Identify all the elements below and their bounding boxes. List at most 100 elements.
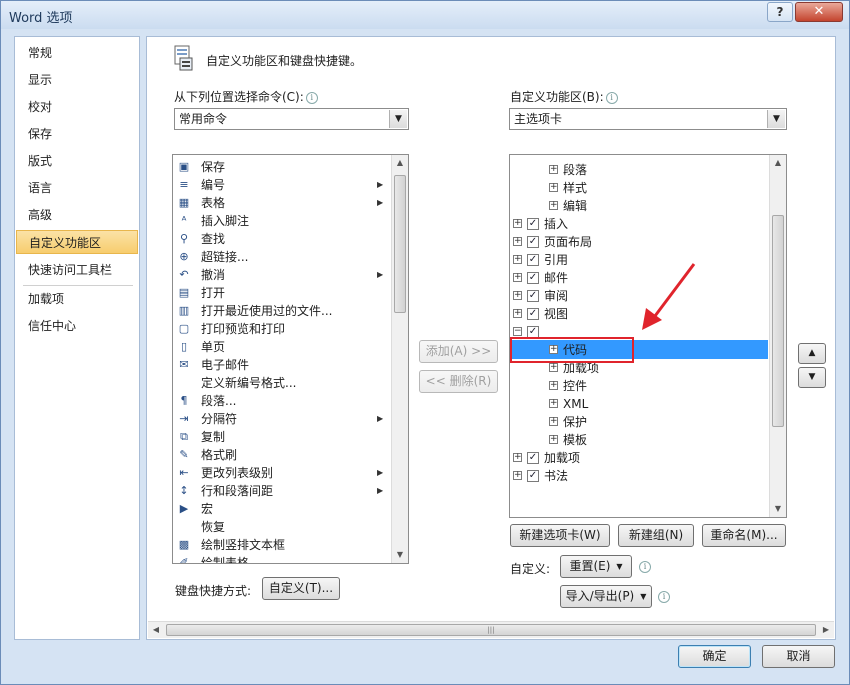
scroll-down-icon[interactable]: ▼ — [770, 501, 786, 517]
customize-keyboard-button[interactable]: 自定义(T)... — [262, 577, 340, 600]
add-button[interactable]: 添加(A) >> — [419, 340, 498, 363]
command-item[interactable]: ▯ 单页 — [175, 338, 389, 356]
nav-general[interactable]: 常规 — [16, 41, 138, 65]
nav-layout[interactable]: 版式 — [16, 149, 138, 173]
command-item[interactable]: ✐ 绘制表格 — [175, 554, 389, 563]
chevron-down-icon[interactable]: ▼ — [389, 110, 407, 128]
command-item[interactable]: ↕ 行和段落间距 ▶ — [175, 482, 389, 500]
command-item[interactable]: ▥ 打开最近使用过的文件... — [175, 302, 389, 320]
command-item[interactable]: 定义新编号格式... — [175, 374, 389, 392]
nav-save[interactable]: 保存 — [16, 122, 138, 146]
tab-checkbox[interactable]: ✓ — [527, 452, 539, 464]
command-item[interactable]: ᴬ 插入脚注 — [175, 212, 389, 230]
tab-checkbox[interactable]: ✓ — [527, 470, 539, 482]
expand-icon[interactable]: + — [513, 471, 522, 480]
nav-addins[interactable]: 加载项 — [16, 287, 138, 311]
help-button[interactable]: ? — [767, 2, 793, 22]
command-item[interactable]: ⚲ 查找 — [175, 230, 389, 248]
ribbon-tree-item[interactable]: + ✓ 引用 — [513, 251, 763, 269]
tab-checkbox[interactable]: ✓ — [527, 218, 539, 230]
command-item[interactable]: ✉ 电子邮件 — [175, 356, 389, 374]
nav-trust-center[interactable]: 信任中心 — [16, 314, 138, 338]
ok-button[interactable]: 确定 — [678, 645, 751, 668]
commands-source-dropdown[interactable]: 常用命令 ▼ — [174, 108, 409, 130]
expand-icon[interactable]: + — [549, 399, 558, 408]
ribbon-tree-scrollbar[interactable]: ▲ ▼ — [769, 155, 786, 517]
ribbon-tree-item[interactable]: + 模板 — [513, 431, 763, 449]
scroll-up-icon[interactable]: ▲ — [392, 155, 408, 171]
command-item[interactable]: ▦ 表格 ▶ — [175, 194, 389, 212]
command-item[interactable]: ⊕ 超链接... — [175, 248, 389, 266]
expand-icon[interactable]: + — [549, 435, 558, 444]
close-button[interactable]: ✕ — [795, 2, 843, 22]
ribbon-tree-item[interactable]: + XML — [513, 395, 763, 413]
ribbon-tree-item[interactable]: + 段落 — [513, 161, 763, 179]
remove-button[interactable]: << 删除(R) — [419, 370, 498, 393]
command-item[interactable]: ¶ 段落... — [175, 392, 389, 410]
new-tab-button[interactable]: 新建选项卡(W) — [510, 524, 610, 547]
ribbon-tree-item[interactable]: + ✓ 页面布局 — [513, 233, 763, 251]
expand-icon[interactable]: + — [513, 453, 522, 462]
command-item[interactable]: ▣ 保存 — [175, 158, 389, 176]
expand-icon[interactable]: + — [549, 165, 558, 174]
scroll-thumb[interactable] — [394, 175, 406, 313]
tab-checkbox[interactable]: ✓ — [527, 308, 539, 320]
move-up-button[interactable]: ▲ — [798, 343, 826, 364]
expand-icon[interactable]: + — [513, 273, 522, 282]
commands-list[interactable]: ▣ 保存 ≡ 编号 ▶ ▦ 表格 ▶ ᴬ 插入脚注 ⚲ 查找 ⊕ 超链接... ↶ 撤消 ▶ ▤ 打开 ▥ 打开最近使用… — [172, 154, 409, 564]
expand-icon[interactable]: + — [549, 363, 558, 372]
tab-checkbox[interactable]: ✓ — [527, 236, 539, 248]
expand-icon[interactable]: + — [513, 309, 522, 318]
nav-display[interactable]: 显示 — [16, 68, 138, 92]
scroll-left-icon[interactable]: ◀ — [148, 622, 164, 638]
reset-dropdown-button[interactable]: 重置(E) ▼ — [560, 555, 632, 578]
command-item[interactable]: ⧉ 复制 — [175, 428, 389, 446]
nav-proofing[interactable]: 校对 — [16, 95, 138, 119]
expand-icon[interactable]: + — [513, 291, 522, 300]
scroll-right-icon[interactable]: ▶ — [818, 622, 834, 638]
commands-scrollbar[interactable]: ▲ ▼ — [391, 155, 408, 563]
horizontal-scroll-thumb[interactable]: ||| — [166, 624, 816, 636]
expand-icon[interactable]: + — [549, 201, 558, 210]
command-item[interactable]: ▩ 绘制竖排文本框 — [175, 536, 389, 554]
ribbon-tree-item[interactable]: + ✓ 书法 — [513, 467, 763, 485]
command-item[interactable]: ⇥ 分隔符 ▶ — [175, 410, 389, 428]
command-item[interactable]: ▶ 宏 — [175, 500, 389, 518]
horizontal-scrollbar[interactable]: ◀ ||| ▶ — [148, 621, 834, 638]
scroll-thumb[interactable] — [772, 215, 784, 427]
cancel-button[interactable]: 取消 — [762, 645, 835, 668]
chevron-down-icon[interactable]: ▼ — [767, 110, 785, 128]
tab-checkbox[interactable]: ✓ — [527, 272, 539, 284]
ribbon-tree-item[interactable]: + 编辑 — [513, 197, 763, 215]
expand-icon[interactable]: + — [549, 183, 558, 192]
ribbon-tabs-dropdown[interactable]: 主选项卡 ▼ — [509, 108, 787, 130]
nav-customize-ribbon[interactable]: 自定义功能区 — [16, 230, 138, 254]
command-item[interactable]: ▢ 打印预览和打印 — [175, 320, 389, 338]
ribbon-tree-item[interactable]: + ✓ 视图 — [513, 305, 763, 323]
ribbon-tree-item[interactable]: + ✓ 邮件 — [513, 269, 763, 287]
scroll-down-icon[interactable]: ▼ — [392, 547, 408, 563]
nav-language[interactable]: 语言 — [16, 176, 138, 200]
command-item[interactable]: ✎ 格式刷 — [175, 446, 389, 464]
command-item[interactable]: ↶ 撤消 ▶ — [175, 266, 389, 284]
ribbon-tree-item[interactable]: + ✓ 插入 — [513, 215, 763, 233]
command-item[interactable]: 恢复 — [175, 518, 389, 536]
expand-icon[interactable]: + — [549, 417, 558, 426]
new-group-button[interactable]: 新建组(N) — [618, 524, 694, 547]
expand-icon[interactable]: + — [513, 237, 522, 246]
collapse-icon[interactable]: − — [513, 327, 522, 336]
nav-advanced[interactable]: 高级 — [16, 203, 138, 227]
import-export-dropdown-button[interactable]: 导入/导出(P) ▼ — [560, 585, 652, 608]
ribbon-tree-item[interactable]: + ✓ 加载项 — [513, 449, 763, 467]
expand-icon[interactable]: + — [549, 381, 558, 390]
tab-checkbox[interactable]: ✓ — [527, 254, 539, 266]
command-item[interactable]: ≡ 编号 ▶ — [175, 176, 389, 194]
scroll-up-icon[interactable]: ▲ — [770, 155, 786, 171]
ribbon-tree-item[interactable]: + ✓ 审阅 — [513, 287, 763, 305]
command-item[interactable]: ⇤ 更改列表级别 ▶ — [175, 464, 389, 482]
ribbon-tree-item[interactable]: + 样式 — [513, 179, 763, 197]
tab-checkbox[interactable]: ✓ — [527, 290, 539, 302]
ribbon-tree-item[interactable]: + 控件 — [513, 377, 763, 395]
nav-quick-access[interactable]: 快速访问工具栏 — [16, 258, 138, 282]
command-item[interactable]: ▤ 打开 — [175, 284, 389, 302]
